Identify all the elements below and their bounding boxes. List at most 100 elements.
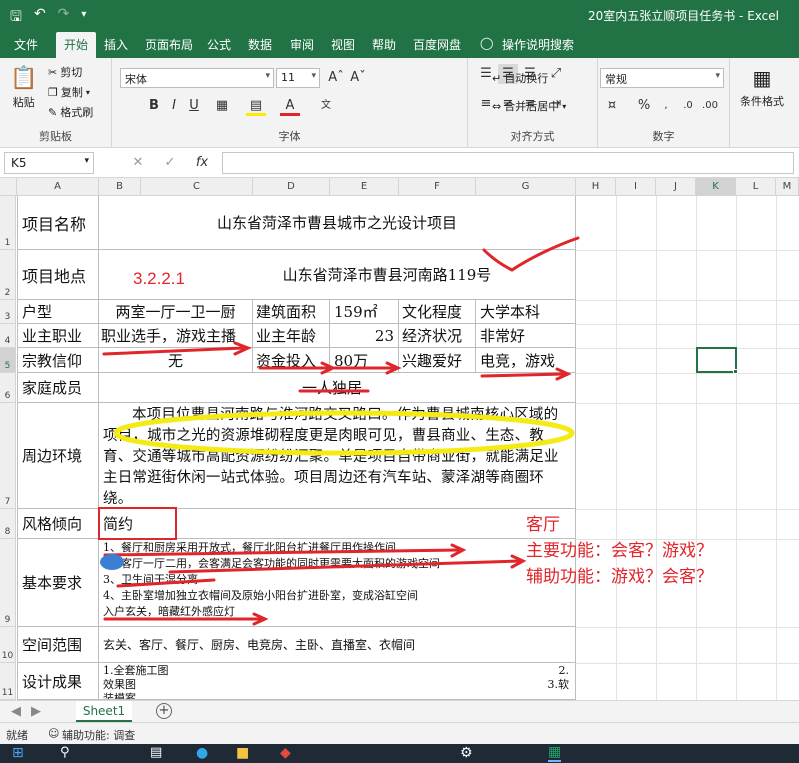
insert-function-button[interactable]: fx	[192, 153, 212, 173]
tab-insert[interactable]: 插入	[104, 36, 128, 53]
row-header-3[interactable]: 3	[0, 300, 16, 324]
cell-b5[interactable]: 无	[99, 348, 253, 373]
column-header-l[interactable]: L	[736, 178, 776, 196]
column-header-i[interactable]: I	[616, 178, 656, 196]
column-header-f[interactable]: F	[399, 178, 476, 196]
cell-g5[interactable]: 电竞，游戏	[476, 348, 576, 373]
tab-help[interactable]: 帮助	[372, 36, 396, 53]
cell-b8[interactable]: 简约	[99, 509, 576, 539]
row-header-5[interactable]: 5	[0, 348, 16, 373]
cell-a7[interactable]: 周边环境	[17, 403, 99, 509]
cell-b7[interactable]: 本项目位曹县河南路与淮河路交叉路口。作为曹县城南核心区域的项目，城市之光的资源堆…	[99, 403, 576, 509]
cell-a6[interactable]: 家庭成员	[17, 373, 99, 403]
row-header-11[interactable]: 11	[0, 663, 16, 700]
tab-file[interactable]: 文件	[14, 36, 38, 53]
cell-a3[interactable]: 户型	[17, 300, 99, 324]
cell-g4[interactable]: 非常好	[476, 324, 576, 348]
cell-a4[interactable]: 业主职业	[17, 324, 99, 348]
tab-home[interactable]: 开始	[56, 32, 97, 58]
scroll-right-icon[interactable]: ▶	[26, 702, 46, 722]
cell-a10[interactable]: 空间范围	[17, 627, 99, 663]
percent-button[interactable]: %	[634, 96, 654, 116]
status-accessibility[interactable]: 辅助功能: 调查	[62, 727, 135, 743]
cell-d5[interactable]: 资金投入	[253, 348, 330, 373]
cell-b9[interactable]: 1、餐厅和厨房采用开放式，餐厅北阳台扩进餐厅用作操作间 2、客厅一厅二用，会客满…	[99, 539, 576, 627]
cell-a5[interactable]: 宗教信仰	[17, 348, 99, 373]
edge-icon[interactable]: ●	[196, 745, 208, 761]
column-header-g[interactable]: G	[476, 178, 576, 196]
row-header-4[interactable]: 4	[0, 324, 16, 348]
save-icon[interactable]: 🖫	[10, 6, 22, 30]
cell-b4[interactable]: 职业选手，游戏主播	[99, 324, 253, 348]
format-painter-button[interactable]: ✎ 格式刷	[48, 104, 93, 120]
column-header-j[interactable]: J	[656, 178, 696, 196]
cell-a8[interactable]: 风格倾向	[17, 509, 99, 539]
settings-gear-icon[interactable]: ⚙	[460, 745, 473, 761]
add-sheet-button[interactable]: +	[156, 703, 172, 719]
cell-f4[interactable]: 经济状况	[399, 324, 476, 348]
copy-button[interactable]: ❐ 复制 ▾	[48, 84, 90, 100]
fill-handle[interactable]	[733, 369, 738, 374]
cell-b3[interactable]: 两室一厅一卫一厨	[99, 300, 253, 324]
decrease-decimal-icon[interactable]: .00	[700, 96, 720, 116]
customize-icon[interactable]: ▾	[81, 6, 86, 30]
cell-a2[interactable]: 项目地点	[17, 250, 99, 300]
row-header-9[interactable]: 9	[0, 539, 16, 627]
increase-decimal-icon[interactable]: .0	[678, 96, 698, 116]
cell-b10[interactable]: 玄关、客厅、餐厅、厨房、电竞房、主卧、直播室、衣帽间	[99, 627, 576, 663]
sheet-tab-sheet1[interactable]: Sheet1	[76, 701, 132, 722]
conditional-format-button[interactable]: ▦ 条件格式	[740, 66, 784, 109]
excel-taskbar-icon[interactable]: ▦	[548, 744, 562, 762]
wrap-text-button[interactable]: ↵ 自动换行	[492, 70, 548, 86]
folder-icon[interactable]: ■	[236, 745, 249, 761]
tell-me-search[interactable]: 操作说明搜索	[502, 36, 574, 53]
cell-b6[interactable]: 一人独居	[99, 373, 576, 403]
underline-button[interactable]: U	[184, 96, 204, 116]
fill-color-icon[interactable]: ▤	[246, 96, 266, 116]
tab-baidu-netdisk[interactable]: 百度网盘	[413, 36, 461, 53]
tab-page-layout[interactable]: 页面布局	[145, 36, 193, 53]
tab-formulas[interactable]: 公式	[207, 36, 231, 53]
tab-view[interactable]: 视图	[331, 36, 355, 53]
cell-e5[interactable]: 80万	[330, 348, 399, 373]
column-header-k[interactable]: K	[696, 178, 736, 196]
currency-icon[interactable]: ¤	[602, 96, 622, 116]
cell-f5[interactable]: 兴趣爱好	[399, 348, 476, 373]
select-all-corner[interactable]	[0, 178, 17, 196]
formula-input[interactable]	[222, 152, 794, 174]
font-size-select[interactable]: 11 ▾	[276, 68, 320, 88]
worksheet[interactable]: A B C D E F G H I J K L M 1 2 3 4 5 6 7 …	[0, 178, 799, 700]
column-header-a[interactable]: A	[17, 178, 99, 196]
row-header-1[interactable]: 1	[0, 196, 16, 250]
bold-button[interactable]: B	[144, 96, 164, 116]
cell-d4[interactable]: 业主年龄	[253, 324, 330, 348]
borders-icon[interactable]: ▦	[212, 96, 232, 116]
tab-data[interactable]: 数据	[248, 36, 272, 53]
cell-e4[interactable]: 23	[330, 324, 399, 348]
cell-e3[interactable]: 159㎡	[330, 300, 399, 324]
cut-button[interactable]: ✂ 剪切	[48, 64, 82, 80]
row-header-8[interactable]: 8	[0, 509, 16, 539]
column-header-h[interactable]: H	[576, 178, 616, 196]
number-format-select[interactable]: 常规 ▾	[600, 68, 724, 88]
cell-b11[interactable]: 1.全套施工图 效果图 装模案 2. 3.软	[99, 663, 576, 700]
comma-icon[interactable]: ,	[656, 96, 676, 116]
cell-a1[interactable]: 项目名称	[17, 196, 99, 250]
redo-icon[interactable]: ↷	[58, 6, 70, 30]
font-color-button[interactable]: A	[280, 96, 300, 116]
selected-cell-k5[interactable]	[696, 347, 738, 374]
increase-font-icon[interactable]: Aˆ	[326, 68, 346, 88]
column-header-c[interactable]: C	[141, 178, 253, 196]
cell-f3[interactable]: 文化程度	[399, 300, 476, 324]
row-header-10[interactable]: 10	[0, 627, 16, 663]
enter-icon[interactable]: ✓	[160, 153, 180, 173]
app-icon[interactable]: ◆	[280, 745, 291, 761]
search-icon[interactable]: ⚲	[60, 745, 70, 760]
scroll-left-icon[interactable]: ◀	[6, 702, 26, 722]
column-header-e[interactable]: E	[330, 178, 399, 196]
task-view-icon[interactable]: ▤	[150, 745, 162, 760]
cell-b1[interactable]: 山东省菏泽市曹县城市之光设计项目	[99, 196, 576, 250]
column-header-m[interactable]: M	[776, 178, 799, 196]
cell-d3[interactable]: 建筑面积	[253, 300, 330, 324]
phonetic-icon[interactable]: 文	[316, 96, 336, 116]
